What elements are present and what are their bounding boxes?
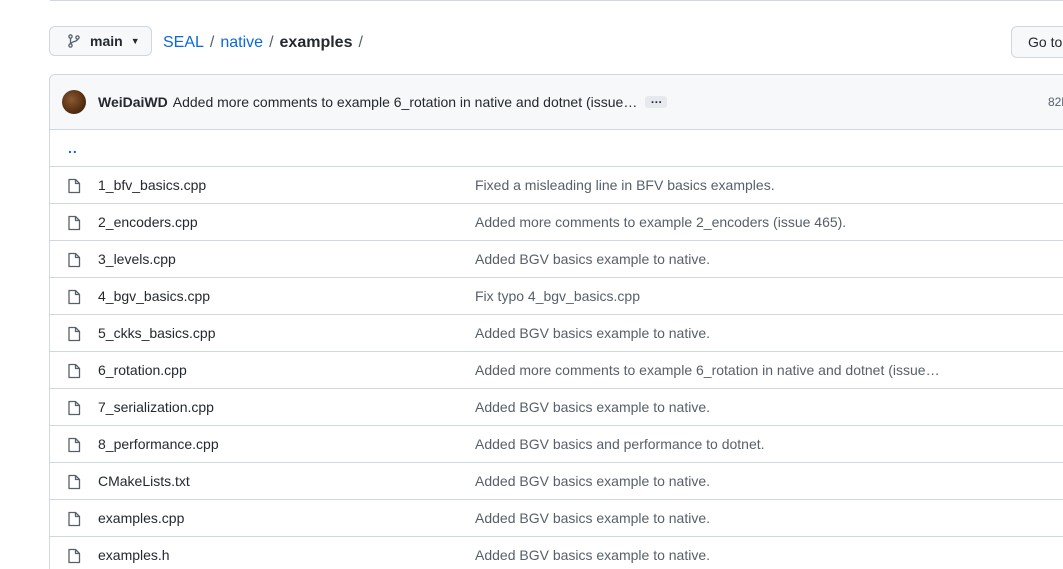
file-icon xyxy=(67,437,81,456)
file-icon xyxy=(67,215,81,234)
parent-directory-link[interactable]: .. xyxy=(68,140,78,156)
breadcrumb-native-link[interactable]: native xyxy=(220,33,263,53)
file-icon xyxy=(67,474,81,493)
chevron-down-icon: ▼ xyxy=(130,36,140,46)
file-commit-message-link[interactable]: Added BGV basics example to native. xyxy=(475,473,710,489)
file-row[interactable]: 4_bgv_basics.cpp Fix typo 4_bgv_basics.cp… xyxy=(50,277,1063,314)
file-icon xyxy=(67,363,81,382)
file-commit-message-link[interactable]: Fix typo 4_bgv_basics.cpp xyxy=(475,288,640,304)
breadcrumb-separator: / xyxy=(358,34,363,51)
file-row[interactable]: 1_bfv_basics.cpp Fixed a misleading line … xyxy=(50,166,1063,203)
file-commit-message-link[interactable]: Added more comments to example 6_rotatio… xyxy=(475,362,940,378)
repo-file-browser: main ▼ SEAL / native / examples / Go to … xyxy=(0,0,1063,569)
file-commit-message-link[interactable]: Added BGV basics example to native. xyxy=(475,399,710,415)
file-name-link[interactable]: 2_encoders.cpp xyxy=(98,214,198,230)
file-row[interactable]: 6_rotation.cpp Added more comments to exa… xyxy=(50,351,1063,388)
file-commit-message-link[interactable]: Added more comments to example 2_encoder… xyxy=(475,214,846,230)
file-icon xyxy=(67,511,81,530)
file-table: WeiDaiWD Added more comments to example … xyxy=(49,74,1063,569)
go-to-file-button[interactable]: Go to xyxy=(1011,26,1063,58)
file-commit-message-link[interactable]: Added BGV basics example to native. xyxy=(475,325,710,341)
file-commit-message-link[interactable]: Fixed a misleading line in BFV basics ex… xyxy=(475,177,775,193)
file-name-link[interactable]: 3_levels.cpp xyxy=(98,251,176,267)
git-branch-icon xyxy=(68,34,80,48)
file-name-link[interactable]: CMakeLists.txt xyxy=(98,473,190,489)
breadcrumb-current: examples xyxy=(279,34,353,51)
expand-commit-button[interactable]: … xyxy=(645,93,668,108)
file-row[interactable]: 5_ckks_basics.cpp Added BGV basics exampl… xyxy=(50,314,1063,351)
file-name-link[interactable]: 4_bgv_basics.cpp xyxy=(98,288,210,304)
file-name-link[interactable]: 5_ckks_basics.cpp xyxy=(98,325,216,341)
latest-commit-bar: WeiDaiWD Added more comments to example … xyxy=(50,75,1063,130)
file-row[interactable]: 7_serialization.cpp Added BGV basics exam… xyxy=(50,388,1063,425)
top-divider xyxy=(50,0,1063,1)
file-commit-message-link[interactable]: Added BGV basics example to native. xyxy=(475,251,710,267)
file-icon xyxy=(67,289,81,308)
file-row[interactable]: 8_performance.cpp Added BGV basics and pe… xyxy=(50,425,1063,462)
branch-select-button[interactable]: main ▼ xyxy=(49,26,152,56)
file-commit-message-link[interactable]: Added BGV basics example to native. xyxy=(475,510,710,526)
breadcrumb-separator: / xyxy=(209,34,215,51)
file-name-link[interactable]: examples.cpp xyxy=(98,510,184,526)
commit-author-link[interactable]: WeiDaiWD xyxy=(98,94,168,110)
file-list: 1_bfv_basics.cpp Fixed a misleading line … xyxy=(50,166,1063,569)
commit-message-link[interactable]: Added more comments to example 6_rotatio… xyxy=(173,94,638,110)
file-commit-message-link[interactable]: Added BGV basics example to native. xyxy=(475,547,710,563)
file-name-link[interactable]: 6_rotation.cpp xyxy=(98,362,187,378)
file-name-link[interactable]: 8_performance.cpp xyxy=(98,436,219,452)
file-name-link[interactable]: examples.h xyxy=(98,547,170,563)
go-to-file-label: Go to xyxy=(1028,34,1063,50)
file-icon xyxy=(67,326,81,345)
file-icon xyxy=(67,178,81,197)
file-name-link[interactable]: 1_bfv_basics.cpp xyxy=(98,177,206,193)
commit-hash-link[interactable]: 82l xyxy=(1048,95,1063,109)
file-commit-message-link[interactable]: Added BGV basics and performance to dotn… xyxy=(475,436,765,452)
file-icon xyxy=(67,252,81,271)
file-row[interactable]: examples.h Added BGV basics example to na… xyxy=(50,536,1063,569)
file-icon xyxy=(67,548,81,567)
file-icon xyxy=(67,400,81,419)
branch-label: main xyxy=(90,33,123,49)
file-name-link[interactable]: 7_serialization.cpp xyxy=(98,399,214,415)
file-row[interactable]: examples.cpp Added BGV basics example to … xyxy=(50,499,1063,536)
file-row[interactable]: 3_levels.cpp Added BGV basics example to … xyxy=(50,240,1063,277)
breadcrumb-separator: / xyxy=(269,34,274,51)
breadcrumb-repo-link[interactable]: SEAL xyxy=(163,33,204,53)
parent-directory-row[interactable]: .. xyxy=(50,130,1063,166)
breadcrumb: SEAL / native / examples / xyxy=(163,33,369,53)
avatar[interactable] xyxy=(62,90,86,114)
file-row[interactable]: CMakeLists.txt Added BGV basics example t… xyxy=(50,462,1063,499)
file-row[interactable]: 2_encoders.cpp Added more comments to exa… xyxy=(50,203,1063,240)
